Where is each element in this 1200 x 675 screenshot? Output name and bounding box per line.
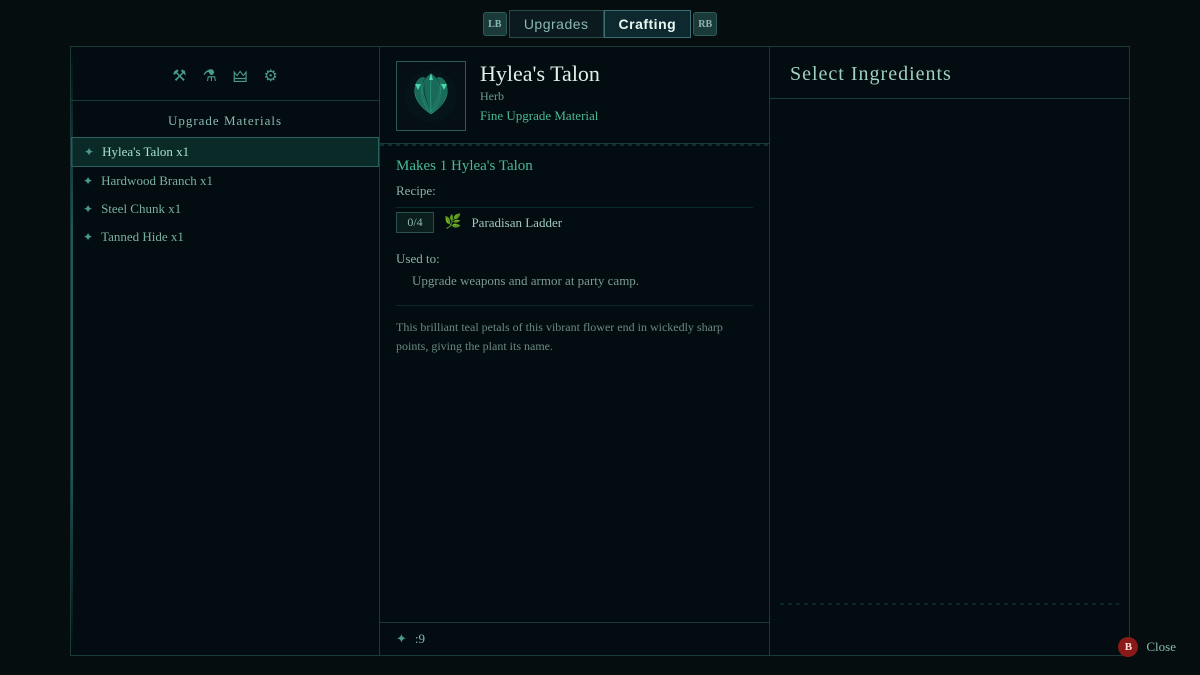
item-body: Makes 1 Hylea's Talon Recipe: 0/4 🌿 Para…	[380, 146, 769, 622]
list-item-hylea[interactable]: ✦ Hylea's Talon x1	[71, 137, 379, 167]
close-label: Close	[1146, 639, 1176, 655]
icon-gear: ⚙	[263, 66, 277, 86]
item-icon-2: ✦	[83, 202, 93, 217]
item-info: Hylea's Talon Herb Fine Upgrade Material	[480, 61, 753, 124]
bottom-count: :9	[415, 631, 425, 647]
panel-title: Upgrade Materials	[71, 109, 379, 137]
right-panel-deco	[780, 603, 1119, 605]
item-label-1: Hardwood Branch x1	[101, 173, 213, 189]
item-image	[396, 61, 466, 131]
deco-divider-top	[380, 144, 769, 146]
list-item-steel[interactable]: ✦ Steel Chunk x1	[71, 195, 379, 223]
used-to-desc: Upgrade weapons and armor at party camp.	[396, 271, 753, 291]
item-quality: Fine Upgrade Material	[480, 108, 753, 124]
list-item-tanned[interactable]: ✦ Tanned Hide x1	[71, 223, 379, 251]
crafting-tab[interactable]: Crafting	[604, 10, 692, 38]
top-navigation: LB Upgrades Crafting RB	[0, 0, 1200, 46]
left-panel: ⚒ ⚗ 🜲 ⚙ Upgrade Materials ✦ Hylea's Talo…	[70, 46, 380, 656]
item-label-2: Steel Chunk x1	[101, 201, 181, 217]
makes-text: Makes 1 Hylea's Talon	[396, 158, 753, 175]
b-badge: B	[1118, 637, 1138, 657]
main-content: ⚒ ⚗ 🜲 ⚙ Upgrade Materials ✦ Hylea's Talo…	[0, 46, 1200, 656]
recipe-icon-0: 🌿	[444, 214, 461, 231]
item-label-0: Hylea's Talon x1	[102, 144, 189, 160]
recipe-item-0: 0/4 🌿 Paradisan Ladder	[396, 207, 753, 237]
used-to-label: Used to:	[396, 251, 753, 267]
recipe-label: Recipe:	[396, 183, 753, 199]
icon-mortar: ⚗	[203, 66, 217, 86]
recipe-ingredient-0: Paradisan Ladder	[471, 215, 562, 231]
used-to-section: Used to: Upgrade weapons and armor at pa…	[396, 251, 753, 291]
rb-button[interactable]: RB	[693, 12, 717, 36]
item-label-3: Tanned Hide x1	[101, 229, 184, 245]
middle-panel: Hylea's Talon Herb Fine Upgrade Material…	[380, 46, 770, 656]
lb-button[interactable]: LB	[483, 12, 507, 36]
right-panel: Select Ingredients	[770, 46, 1130, 656]
bottom-bar: ✦ :9	[380, 622, 769, 655]
bottom-icon: ✦	[396, 631, 407, 647]
item-icon-1: ✦	[83, 174, 93, 189]
icon-pestle: 🜲	[233, 59, 248, 92]
right-panel-title: Select Ingredients	[770, 47, 1129, 99]
panel-icons: ⚒ ⚗ 🜲 ⚙	[71, 59, 379, 101]
lore-text: This brilliant teal petals of this vibra…	[396, 305, 753, 356]
upgrades-tab[interactable]: Upgrades	[509, 10, 604, 38]
item-header: Hylea's Talon Herb Fine Upgrade Material	[380, 47, 769, 144]
item-name: Hylea's Talon	[480, 61, 753, 87]
close-button[interactable]: B Close	[1118, 637, 1176, 657]
item-icon-0: ✦	[84, 145, 94, 160]
quantity-badge-0: 0/4	[396, 212, 434, 233]
item-category: Herb	[480, 89, 753, 104]
item-icon-3: ✦	[83, 230, 93, 245]
icon-hammer: ⚒	[172, 66, 186, 86]
list-item-hardwood[interactable]: ✦ Hardwood Branch x1	[71, 167, 379, 195]
